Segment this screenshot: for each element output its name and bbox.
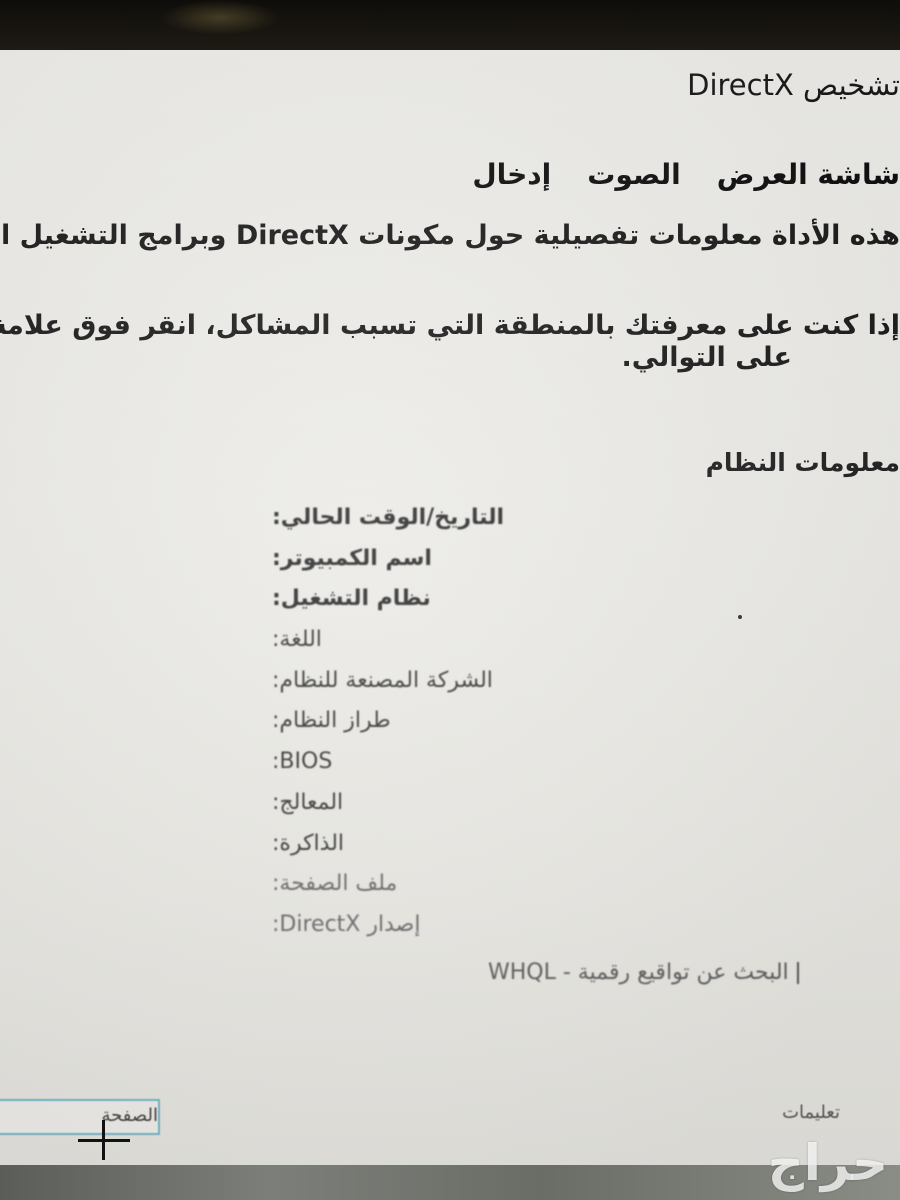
info-label: الذاكرة:: [272, 830, 345, 856]
info-row-computer-name: اسم الكمبيوتر:: [272, 539, 572, 580]
intro-text-line-3: على التوالي.: [621, 342, 793, 373]
info-label: اسم الكمبيوتر:: [272, 545, 432, 571]
info-row-datetime: التاريخ/الوقت الحالي:: [272, 498, 572, 539]
whql-check-row[interactable]: البحث عن تواقيع رقمية - WHQL: [488, 960, 807, 985]
whql-label: البحث عن تواقيع رقمية - WHQL: [488, 960, 789, 985]
info-label: طراز النظام:: [272, 708, 391, 734]
info-row-language: اللغة:: [272, 620, 572, 661]
info-row-os: نظام التشغيل:: [272, 579, 572, 620]
system-info-list: التاريخ/الوقت الحالي: اسم الكمبيوتر: نظا…: [272, 498, 572, 946]
tab-input[interactable]: إدخال: [472, 158, 551, 191]
photo-scene: تشخيص DirectX شاشة العرض الصوت إدخال هذه…: [0, 0, 900, 1200]
info-label: اللغة:: [272, 627, 322, 653]
help-link[interactable]: تعليمات: [782, 1102, 840, 1123]
intro-text-line-1: هذه الأداة معلومات تفصيلية حول مكونات Di…: [0, 220, 900, 251]
tab-strip: شاشة العرض الصوت إدخال: [472, 158, 900, 191]
info-row-manufacturer: الشركة المصنعة للنظام:: [272, 661, 572, 702]
screen-speck: [738, 615, 742, 619]
info-row-processor: المعالج:: [272, 783, 572, 824]
whql-checkbox[interactable]: [796, 961, 807, 984]
crosshair-cursor-icon: [78, 1120, 130, 1160]
info-row-directx-version: إصدار DirectX:: [272, 905, 572, 946]
info-label: المعالج:: [272, 789, 344, 815]
system-info-heading: معلومات النظام: [705, 448, 900, 477]
info-label: إصدار DirectX:: [272, 911, 421, 937]
info-label: التاريخ/الوقت الحالي:: [272, 505, 505, 530]
tab-display[interactable]: شاشة العرض: [717, 158, 900, 191]
info-label: الشركة المصنعة للنظام:: [272, 667, 493, 693]
info-label: نظام التشغيل:: [272, 586, 431, 612]
info-label: ملف الصفحة:: [272, 871, 398, 897]
haraj-watermark-logo: حراج: [767, 1134, 888, 1192]
info-row-model: طراز النظام:: [272, 701, 572, 742]
desk-surface: [0, 1165, 900, 1200]
monitor-bezel-reflection: [160, 0, 280, 35]
window-title: تشخيص DirectX: [687, 68, 900, 102]
tab-sound[interactable]: الصوت: [587, 158, 680, 191]
info-row-memory: الذاكرة:: [272, 824, 572, 865]
info-label: BIOS:: [272, 749, 333, 775]
dxdiag-window: تشخيص DirectX شاشة العرض الصوت إدخال هذه…: [0, 50, 900, 1165]
info-row-page-file: ملف الصفحة:: [272, 864, 572, 905]
intro-text-line-2: إذا كنت على معرفتك بالمنطقة التي تسبب ال…: [0, 310, 900, 341]
info-row-bios: BIOS:: [272, 742, 572, 783]
